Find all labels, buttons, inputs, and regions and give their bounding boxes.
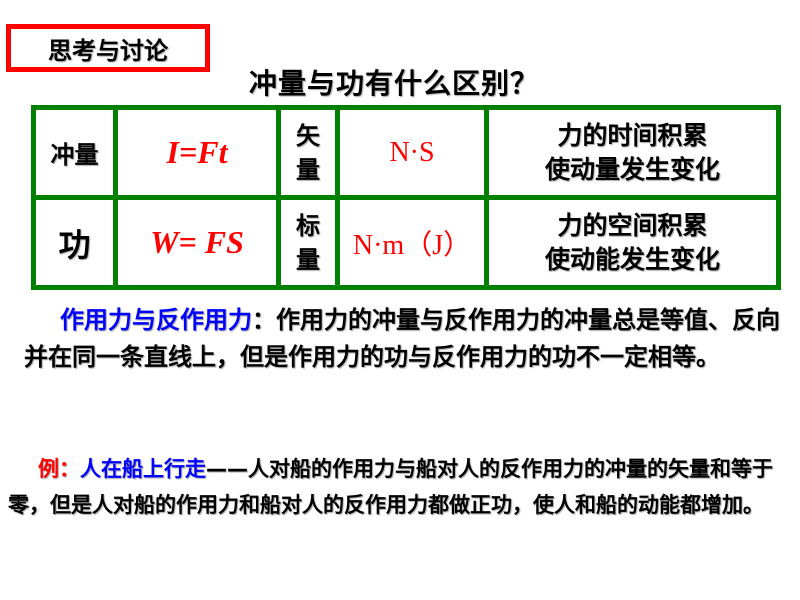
unit: N·m（J） <box>335 195 489 290</box>
unit: N·S <box>335 105 489 200</box>
row-name: 冲量 <box>31 105 118 200</box>
paragraph-action-reaction: 作用力与反作用力：作用力的冲量与反作用力的冲量总是等值、反向并在同一条直线上，但… <box>24 302 784 376</box>
meaning-line: 使动量发生变化 <box>544 154 720 184</box>
meaning-line: 力的时间积累 <box>557 120 708 150</box>
quantity-type-line: 标 <box>296 211 320 240</box>
table-row-work: 功 W= FS 标 量 N·m（J） 力的空间积累 使动能发生变化 <box>31 195 781 290</box>
row-name: 功 <box>31 195 118 290</box>
slide-title: 冲量与功有什么区别？ <box>249 67 540 100</box>
meaning: 力的空间积累 使动能发生变化 <box>484 195 781 290</box>
quantity-type-line: 量 <box>296 245 320 274</box>
example-prefix: 例： <box>38 457 80 481</box>
paragraph-example: 例：人在船上行走——人对船的作用力与船对人的反作用力的冲量的矢量和等于零，但是人… <box>8 451 798 523</box>
comparison-table: 冲量 I=Ft 矢 量 N·S 力的时间积累 使动量发生变化 功 W= FS 标… <box>31 105 781 290</box>
quantity-type-line: 矢 <box>296 121 320 150</box>
quantity-type: 矢 量 <box>276 105 340 200</box>
formula: W= FS <box>113 195 281 290</box>
formula: I=Ft <box>113 105 281 200</box>
example-highlight: 人在船上行走 <box>80 457 206 481</box>
meaning-line: 使动能发生变化 <box>544 244 720 274</box>
meaning-line: 力的空间积累 <box>557 210 708 240</box>
discussion-tag-label: 思考与讨论 <box>48 36 168 65</box>
paragraph-highlight: 作用力与反作用力 <box>60 306 252 334</box>
meaning: 力的时间积累 使动量发生变化 <box>484 105 781 200</box>
table-row-impulse: 冲量 I=Ft 矢 量 N·S 力的时间积累 使动量发生变化 <box>31 105 781 200</box>
quantity-type: 标 量 <box>276 195 340 290</box>
quantity-type-line: 量 <box>296 155 320 184</box>
discussion-tag: 思考与讨论 <box>6 24 210 72</box>
